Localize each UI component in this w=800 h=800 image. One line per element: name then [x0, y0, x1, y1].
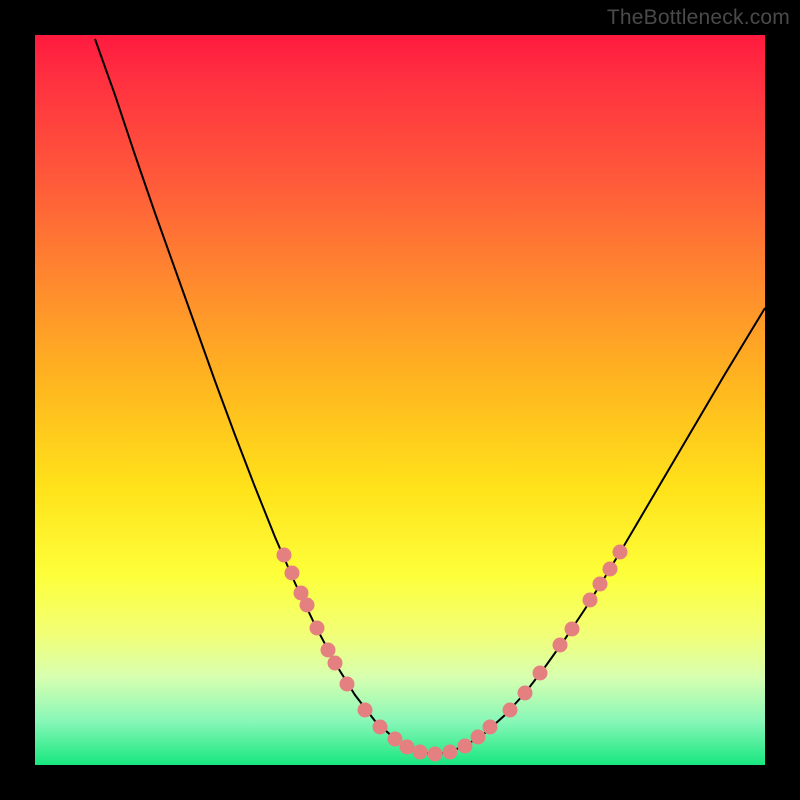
data-point: [553, 638, 568, 653]
data-point: [533, 666, 548, 681]
data-point: [428, 747, 443, 762]
data-point: [483, 720, 498, 735]
data-point: [358, 703, 373, 718]
data-points: [277, 545, 628, 762]
plot-area: [35, 35, 765, 765]
data-point: [328, 656, 343, 671]
chart-svg: [35, 35, 765, 765]
data-point: [613, 545, 628, 560]
watermark-text: TheBottleneck.com: [607, 6, 790, 30]
data-point: [373, 720, 388, 735]
bottleneck-curve: [95, 39, 765, 754]
data-point: [400, 740, 415, 755]
data-point: [603, 562, 618, 577]
chart-frame: TheBottleneck.com: [0, 0, 800, 800]
data-point: [458, 739, 473, 754]
data-point: [503, 703, 518, 718]
data-point: [471, 730, 486, 745]
data-point: [277, 548, 292, 563]
data-point: [413, 745, 428, 760]
data-point: [593, 577, 608, 592]
data-point: [565, 622, 580, 637]
data-point: [285, 566, 300, 581]
data-point: [300, 598, 315, 613]
data-point: [583, 593, 598, 608]
data-point: [443, 745, 458, 760]
data-point: [340, 677, 355, 692]
data-point: [518, 686, 533, 701]
data-point: [321, 643, 336, 658]
data-point: [310, 621, 325, 636]
